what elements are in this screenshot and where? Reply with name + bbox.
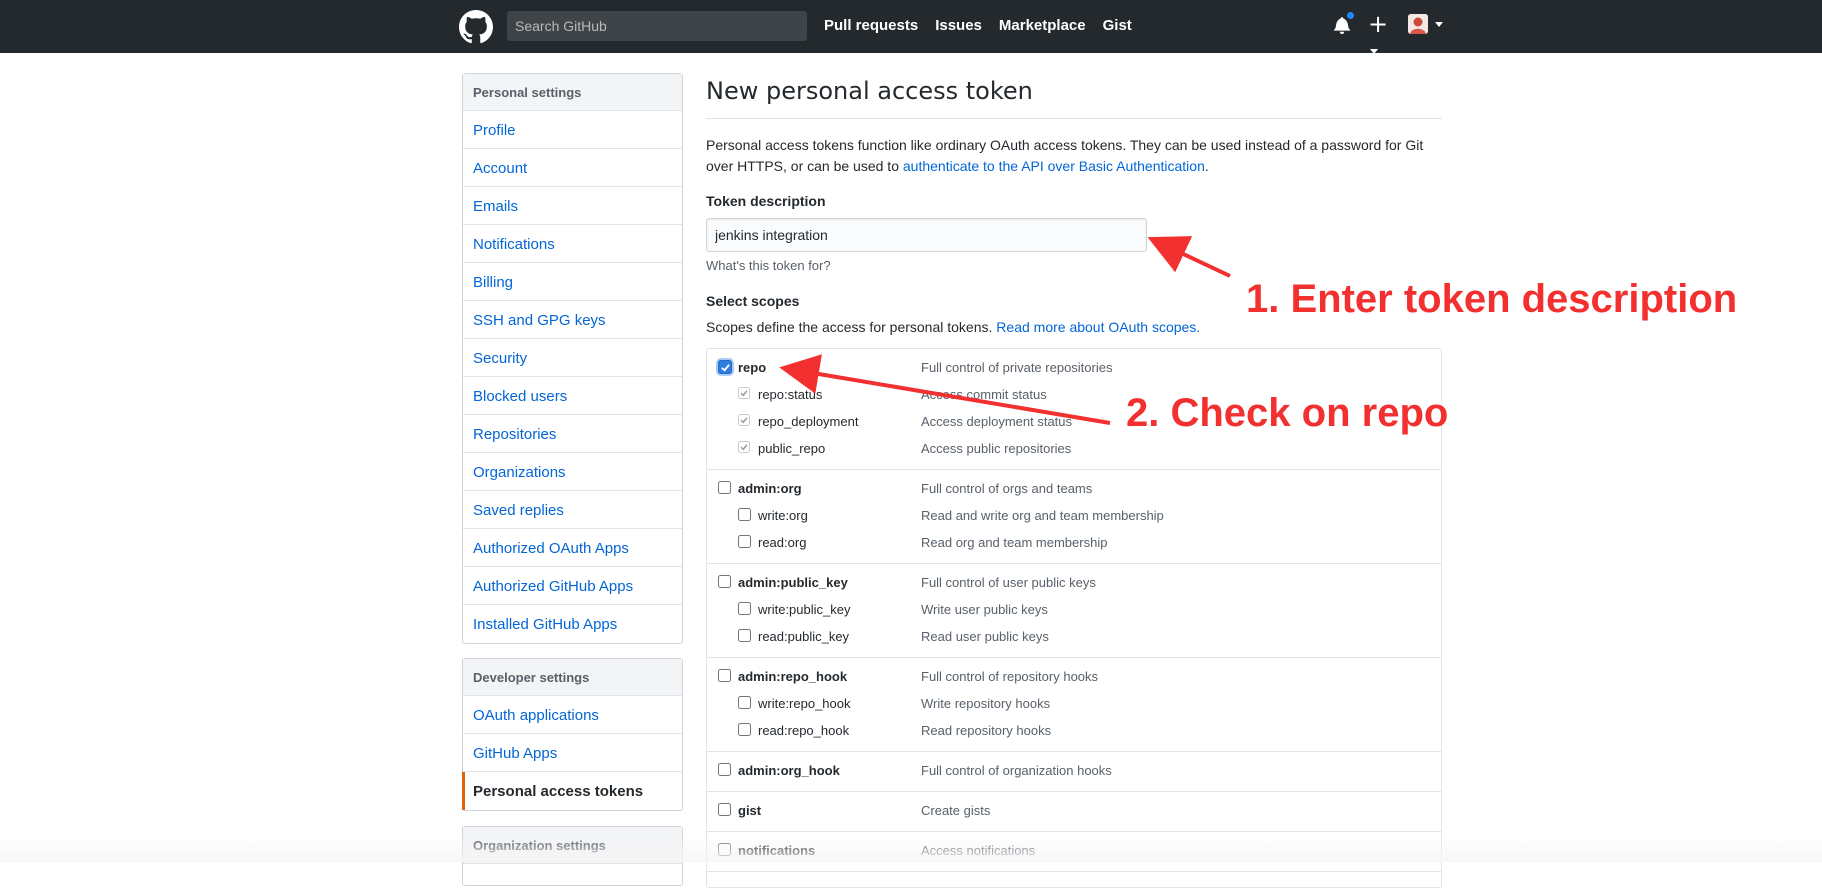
arrow-to-repo-checkbox [779,354,1111,425]
arrow-to-token-input [1147,236,1231,278]
annotation-arrows [779,236,1231,425]
annotation-step-2: 2. Check on repo [1126,391,1449,435]
annotation-step-1: 1. Enter token description [1246,277,1738,321]
